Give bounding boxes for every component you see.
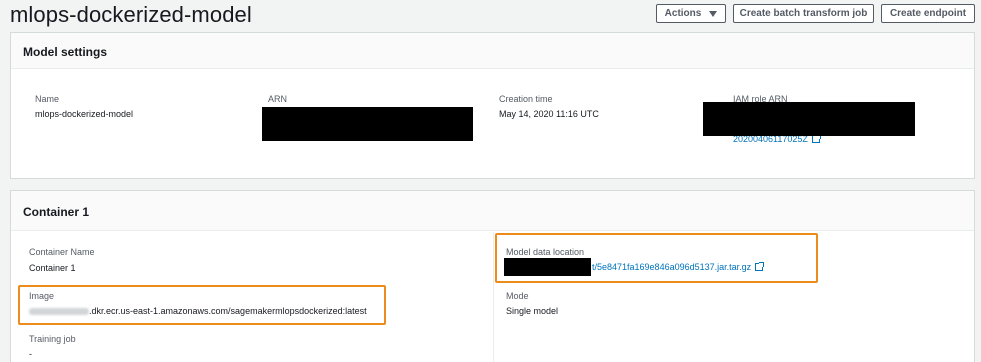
creation-time-value: May 14, 2020 11:16 UTC: [499, 109, 599, 119]
creation-time-label: Creation time: [499, 94, 553, 104]
container-title: Container 1: [11, 191, 974, 231]
iam-role-redacted: [703, 102, 915, 136]
model-data-highlight-box: [495, 233, 818, 283]
mode-label: Mode: [506, 291, 529, 301]
name-value: mlops-dockerized-model: [35, 109, 134, 119]
page-title: mlops-dockerized-model: [10, 2, 252, 27]
create-batch-transform-job-label: Create batch transform job: [739, 8, 868, 19]
actions-button-label: Actions: [664, 8, 702, 19]
model-settings-panel: Model settings Name mlops-dockerized-mod…: [10, 32, 975, 179]
create-batch-transform-job-button[interactable]: Create batch transform job: [733, 4, 874, 23]
external-link-icon: [811, 134, 821, 143]
container-panel: Container 1 Container Name Container 1 I…: [10, 190, 975, 362]
create-endpoint-button[interactable]: Create endpoint: [881, 4, 975, 23]
column-divider: [493, 232, 494, 362]
name-label: Name: [35, 94, 60, 104]
image-highlight-box: [18, 285, 386, 325]
arn-redacted: [262, 107, 473, 141]
caret-down-icon: [709, 10, 718, 17]
model-settings-title: Model settings: [11, 33, 974, 69]
mode-value: Single model: [506, 306, 559, 316]
training-job-value: -: [29, 349, 32, 359]
create-endpoint-label: Create endpoint: [889, 8, 967, 19]
actions-button[interactable]: Actions: [656, 4, 726, 23]
arn-label: ARN: [268, 94, 288, 104]
training-job-label: Training job: [29, 334, 76, 344]
container-name-value: Container 1: [29, 263, 76, 273]
container-name-label: Container Name: [29, 247, 95, 257]
